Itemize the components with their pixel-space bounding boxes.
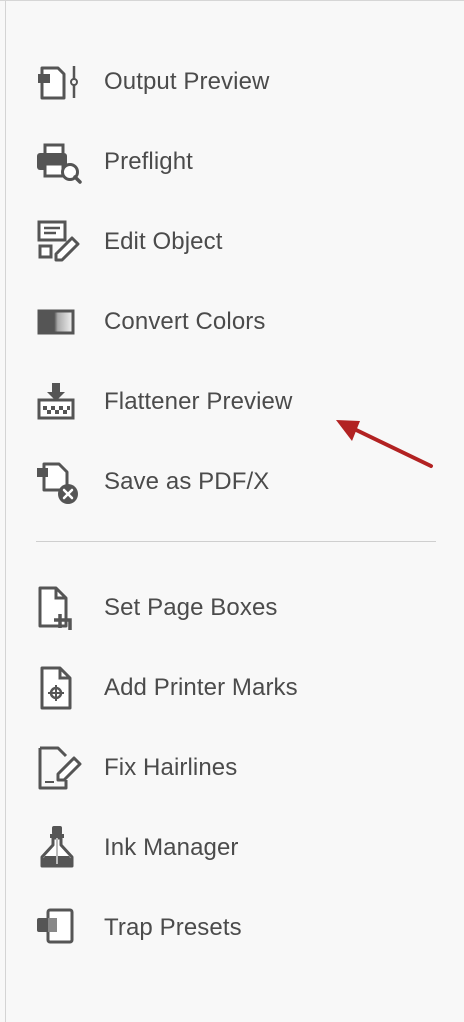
tool-convert-colors[interactable]: Convert Colors [34,298,444,346]
tool-edit-object[interactable]: Edit Object [34,218,444,266]
add-printer-marks-icon [34,664,82,712]
trap-presets-icon [34,904,82,952]
tool-label: Preflight [104,148,193,175]
print-production-panel: Output Preview Preflight Edit Object Con… [0,0,464,1022]
output-preview-icon [34,58,82,106]
tool-label: Add Printer Marks [104,674,298,701]
fix-hairlines-icon [34,744,82,792]
tool-trap-presets[interactable]: Trap Presets [34,904,444,952]
tool-label: Save as PDF/X [104,468,270,495]
tool-set-page-boxes[interactable]: Set Page Boxes [34,584,444,632]
set-page-boxes-icon [34,584,82,632]
edit-object-icon [34,218,82,266]
convert-colors-icon [34,298,82,346]
save-as-pdfx-icon [34,458,82,506]
tool-label: Fix Hairlines [104,754,238,781]
tool-label: Edit Object [104,228,223,255]
group-divider [36,541,436,542]
tool-label: Convert Colors [104,308,266,335]
tool-label: Flattener Preview [104,388,293,415]
tool-label: Output Preview [104,68,270,95]
panel-left-border [5,1,6,1022]
preflight-icon [34,138,82,186]
tool-label: Ink Manager [104,834,239,861]
flattener-preview-icon [34,378,82,426]
ink-manager-icon [34,824,82,872]
tool-label: Trap Presets [104,914,242,941]
tool-label: Set Page Boxes [104,594,278,621]
tool-fix-hairlines[interactable]: Fix Hairlines [34,744,444,792]
tool-output-preview[interactable]: Output Preview [34,58,444,106]
tool-preflight[interactable]: Preflight [34,138,444,186]
red-arrow-icon [336,420,433,468]
tool-add-printer-marks[interactable]: Add Printer Marks [34,664,444,712]
tool-ink-manager[interactable]: Ink Manager [34,824,444,872]
